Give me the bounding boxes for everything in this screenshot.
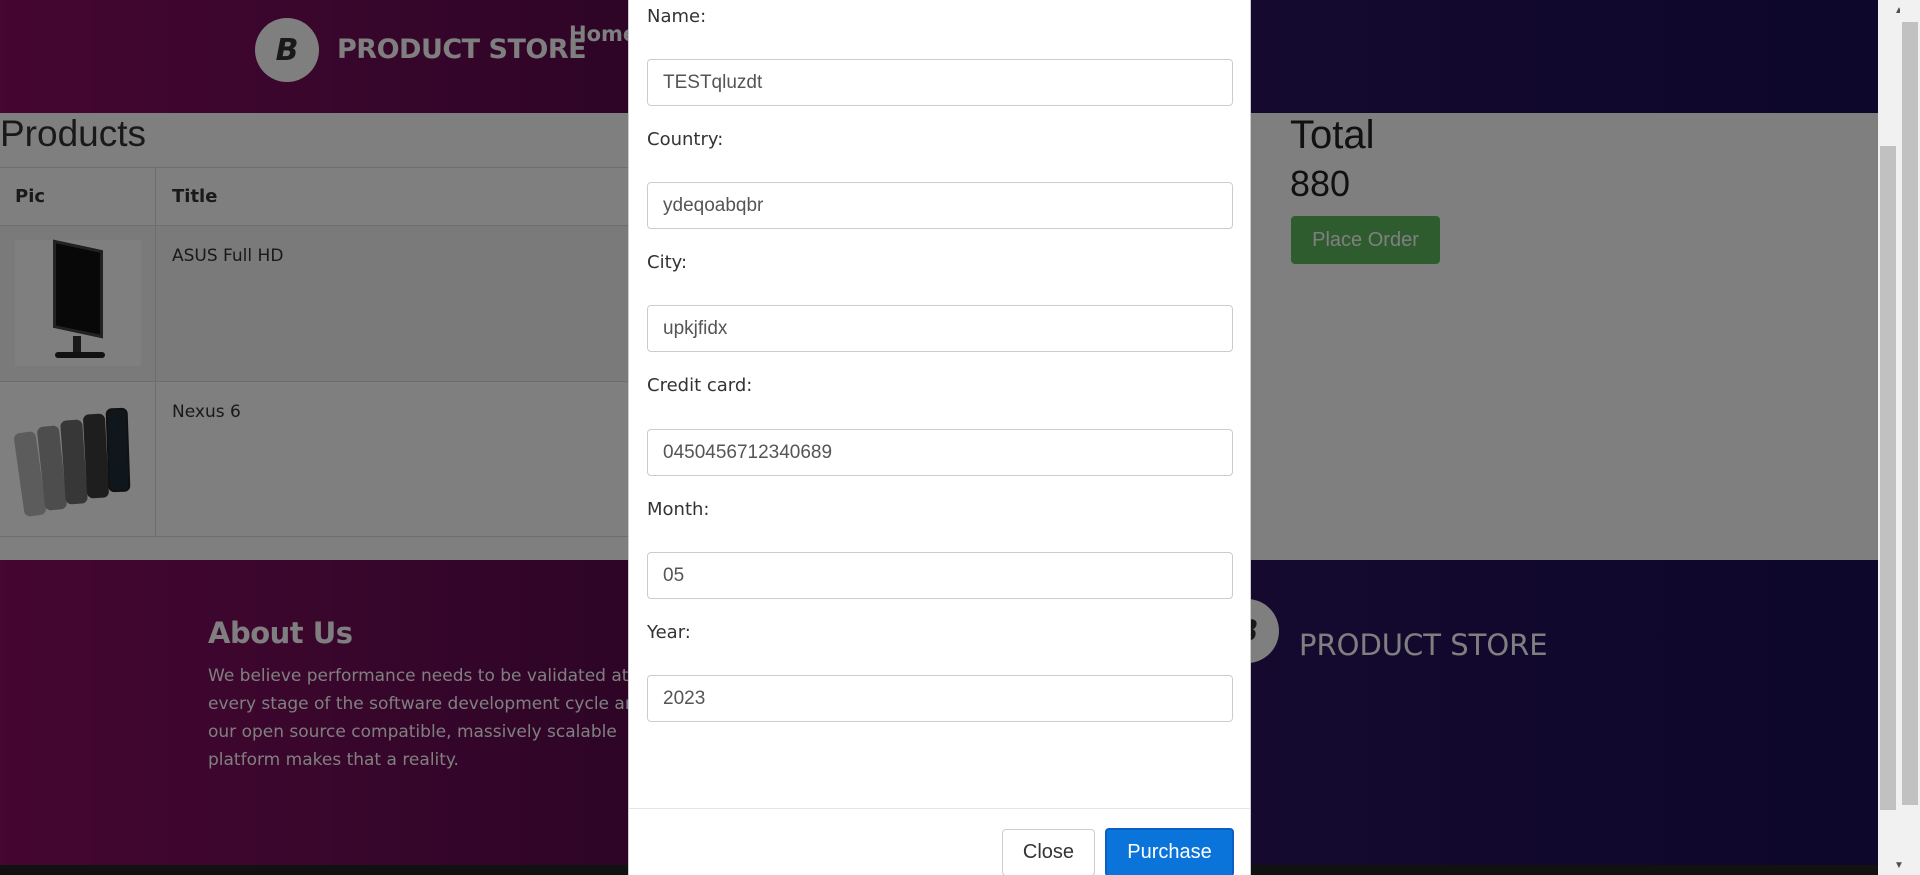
modal-footer: Close Purchase [629,808,1250,875]
credit-card-label: Credit card: [647,375,753,396]
place-order-modal: Name: Country: City: Credit card: Month:… [628,0,1251,875]
name-label: Name: [647,6,707,27]
credit-card-input[interactable] [647,429,1233,476]
name-input[interactable] [647,59,1233,106]
year-input[interactable] [647,675,1233,722]
country-label: Country: [647,129,724,150]
year-label: Year: [647,622,691,643]
purchase-button[interactable]: Purchase [1105,828,1234,875]
scrollbar[interactable]: ▲ ▼ [1878,0,1920,875]
month-label: Month: [647,499,710,520]
city-label: City: [647,252,688,273]
scroll-down-arrow-icon[interactable]: ▼ [1878,855,1920,875]
page-scroll-thumb[interactable] [1902,22,1918,805]
inner-scroll-thumb[interactable] [1880,146,1896,810]
month-input[interactable] [647,552,1233,599]
city-input[interactable] [647,305,1233,352]
country-input[interactable] [647,182,1233,229]
close-button[interactable]: Close [1002,829,1095,875]
